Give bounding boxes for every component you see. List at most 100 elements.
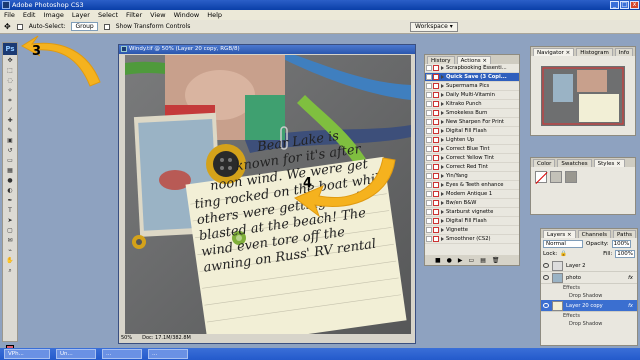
eye-icon[interactable] — [543, 303, 549, 308]
toggle-checkbox[interactable] — [426, 92, 432, 98]
record-icon[interactable]: ● — [447, 257, 452, 264]
move-tool-icon[interactable]: ✥ — [3, 56, 17, 65]
slice-tool-icon[interactable]: ⟋ — [3, 106, 17, 115]
marquee-tool-icon[interactable]: ⬚ — [3, 66, 17, 75]
expand-icon[interactable] — [441, 183, 444, 187]
expand-icon[interactable] — [441, 201, 444, 205]
crop-tool-icon[interactable]: ⌗ — [3, 96, 17, 105]
tab-actions[interactable]: Actions × — [456, 56, 492, 64]
menu-window[interactable]: Window — [174, 11, 200, 19]
zoom-tool-icon[interactable]: ⌕ — [3, 266, 17, 275]
eyedropper-tool-icon[interactable]: ⌁ — [3, 246, 17, 255]
toggle-checkbox[interactable] — [426, 74, 432, 80]
style-swatch[interactable] — [565, 171, 577, 183]
taskbar-item[interactable]: ... — [102, 349, 142, 359]
layer-row-selected[interactable]: Layer 20 copy fx — [541, 300, 637, 312]
healing-tool-icon[interactable]: ✚ — [3, 116, 17, 125]
action-row[interactable]: Correct Blue Tint — [425, 145, 519, 154]
expand-icon[interactable] — [441, 102, 444, 106]
pen-tool-icon[interactable]: ✒ — [3, 196, 17, 205]
dialog-toggle[interactable] — [433, 227, 439, 233]
toggle-checkbox[interactable] — [426, 65, 432, 71]
menu-layer[interactable]: Layer — [72, 11, 90, 19]
action-row[interactable]: Bw/en B&W — [425, 199, 519, 208]
dialog-toggle[interactable] — [433, 173, 439, 179]
opacity-input[interactable]: 100% — [611, 240, 632, 248]
expand-icon[interactable] — [441, 237, 444, 241]
tab-navigator[interactable]: Navigator × — [533, 48, 575, 56]
new-set-icon[interactable]: ▭ — [469, 257, 475, 264]
blend-mode-select[interactable]: Normal — [543, 240, 583, 248]
expand-icon[interactable] — [441, 111, 444, 115]
dialog-toggle[interactable] — [433, 218, 439, 224]
dialog-toggle[interactable] — [433, 92, 439, 98]
toggle-checkbox[interactable] — [426, 182, 432, 188]
action-row[interactable]: Digital Fill Flash — [425, 217, 519, 226]
toggle-checkbox[interactable] — [426, 218, 432, 224]
notes-tool-icon[interactable]: ✉ — [3, 236, 17, 245]
tab-styles[interactable]: Styles × — [593, 159, 625, 167]
menu-filter[interactable]: Filter — [126, 11, 142, 19]
toggle-checkbox[interactable] — [426, 155, 432, 161]
maximize-button[interactable]: □ — [620, 1, 629, 9]
fx-icon[interactable]: fx — [628, 275, 633, 281]
action-row[interactable]: Correct Yellow Tint — [425, 154, 519, 163]
dialog-toggle[interactable] — [433, 101, 439, 107]
tab-layers[interactable]: Layers × — [543, 230, 576, 238]
blur-tool-icon[interactable]: ● — [3, 176, 17, 185]
history-brush-icon[interactable]: ↺ — [3, 146, 17, 155]
dialog-toggle[interactable] — [433, 164, 439, 170]
style-swatch[interactable] — [550, 171, 562, 183]
menu-help[interactable]: Help — [207, 11, 222, 19]
magic-wand-tool-icon[interactable]: ✧ — [3, 86, 17, 95]
dialog-toggle[interactable] — [433, 119, 439, 125]
dialog-toggle[interactable] — [433, 182, 439, 188]
dialog-toggle[interactable] — [433, 200, 439, 206]
dialog-toggle[interactable] — [433, 137, 439, 143]
taskbar-item[interactable]: Un... — [56, 349, 96, 359]
eraser-tool-icon[interactable]: ▭ — [3, 156, 17, 165]
fill-input[interactable]: 100% — [615, 250, 635, 258]
action-row[interactable]: Vignette — [425, 226, 519, 235]
action-row[interactable]: Daily Multi-Vitamin — [425, 91, 519, 100]
stop-icon[interactable]: ■ — [435, 257, 441, 264]
action-row[interactable]: Correct Red Tint — [425, 163, 519, 172]
toggle-checkbox[interactable] — [426, 173, 432, 179]
action-set-row[interactable]: Scrapbooking Essenti... — [425, 64, 519, 73]
navigator-preview[interactable] — [531, 56, 635, 134]
taskbar-item[interactable]: ... — [148, 349, 188, 359]
toggle-checkbox[interactable] — [426, 101, 432, 107]
layer-row[interactable]: Layer 2 — [541, 260, 637, 272]
hand-tool-icon[interactable]: ✋ — [3, 256, 17, 265]
expand-icon[interactable] — [441, 156, 444, 160]
expand-icon[interactable] — [441, 129, 444, 133]
toggle-checkbox[interactable] — [426, 200, 432, 206]
dialog-toggle[interactable] — [433, 155, 439, 161]
tab-color[interactable]: Color — [533, 159, 556, 167]
dialog-toggle[interactable] — [433, 65, 439, 71]
path-select-icon[interactable]: ➤ — [3, 216, 17, 225]
toggle-checkbox[interactable] — [426, 227, 432, 233]
expand-icon[interactable] — [441, 120, 444, 124]
eye-icon[interactable] — [543, 275, 549, 280]
dialog-toggle[interactable] — [433, 191, 439, 197]
expand-icon[interactable] — [441, 228, 444, 232]
toggle-checkbox[interactable] — [426, 209, 432, 215]
action-row[interactable]: Supermama Pics — [425, 82, 519, 91]
menu-edit[interactable]: Edit — [23, 11, 36, 19]
tab-history[interactable]: History — [427, 56, 455, 64]
shape-tool-icon[interactable]: ▢ — [3, 226, 17, 235]
expand-icon[interactable] — [441, 174, 444, 178]
tab-swatches[interactable]: Swatches — [557, 159, 592, 167]
expand-icon[interactable] — [441, 192, 444, 196]
action-row[interactable]: Digital Fill Flash — [425, 127, 519, 136]
layer-row[interactable]: photo fx — [541, 272, 637, 284]
menu-image[interactable]: Image — [43, 11, 63, 19]
gradient-tool-icon[interactable]: ▦ — [3, 166, 17, 175]
expand-icon[interactable] — [441, 147, 444, 151]
document-title-bar[interactable]: Windy.tif @ 50% (Layer 20 copy, RGB/8) — [119, 45, 415, 54]
action-row[interactable]: New Sharpen For Print — [425, 118, 519, 127]
tab-histogram[interactable]: Histogram — [576, 48, 613, 56]
menu-file[interactable]: File — [4, 11, 15, 19]
dialog-toggle[interactable] — [433, 128, 439, 134]
